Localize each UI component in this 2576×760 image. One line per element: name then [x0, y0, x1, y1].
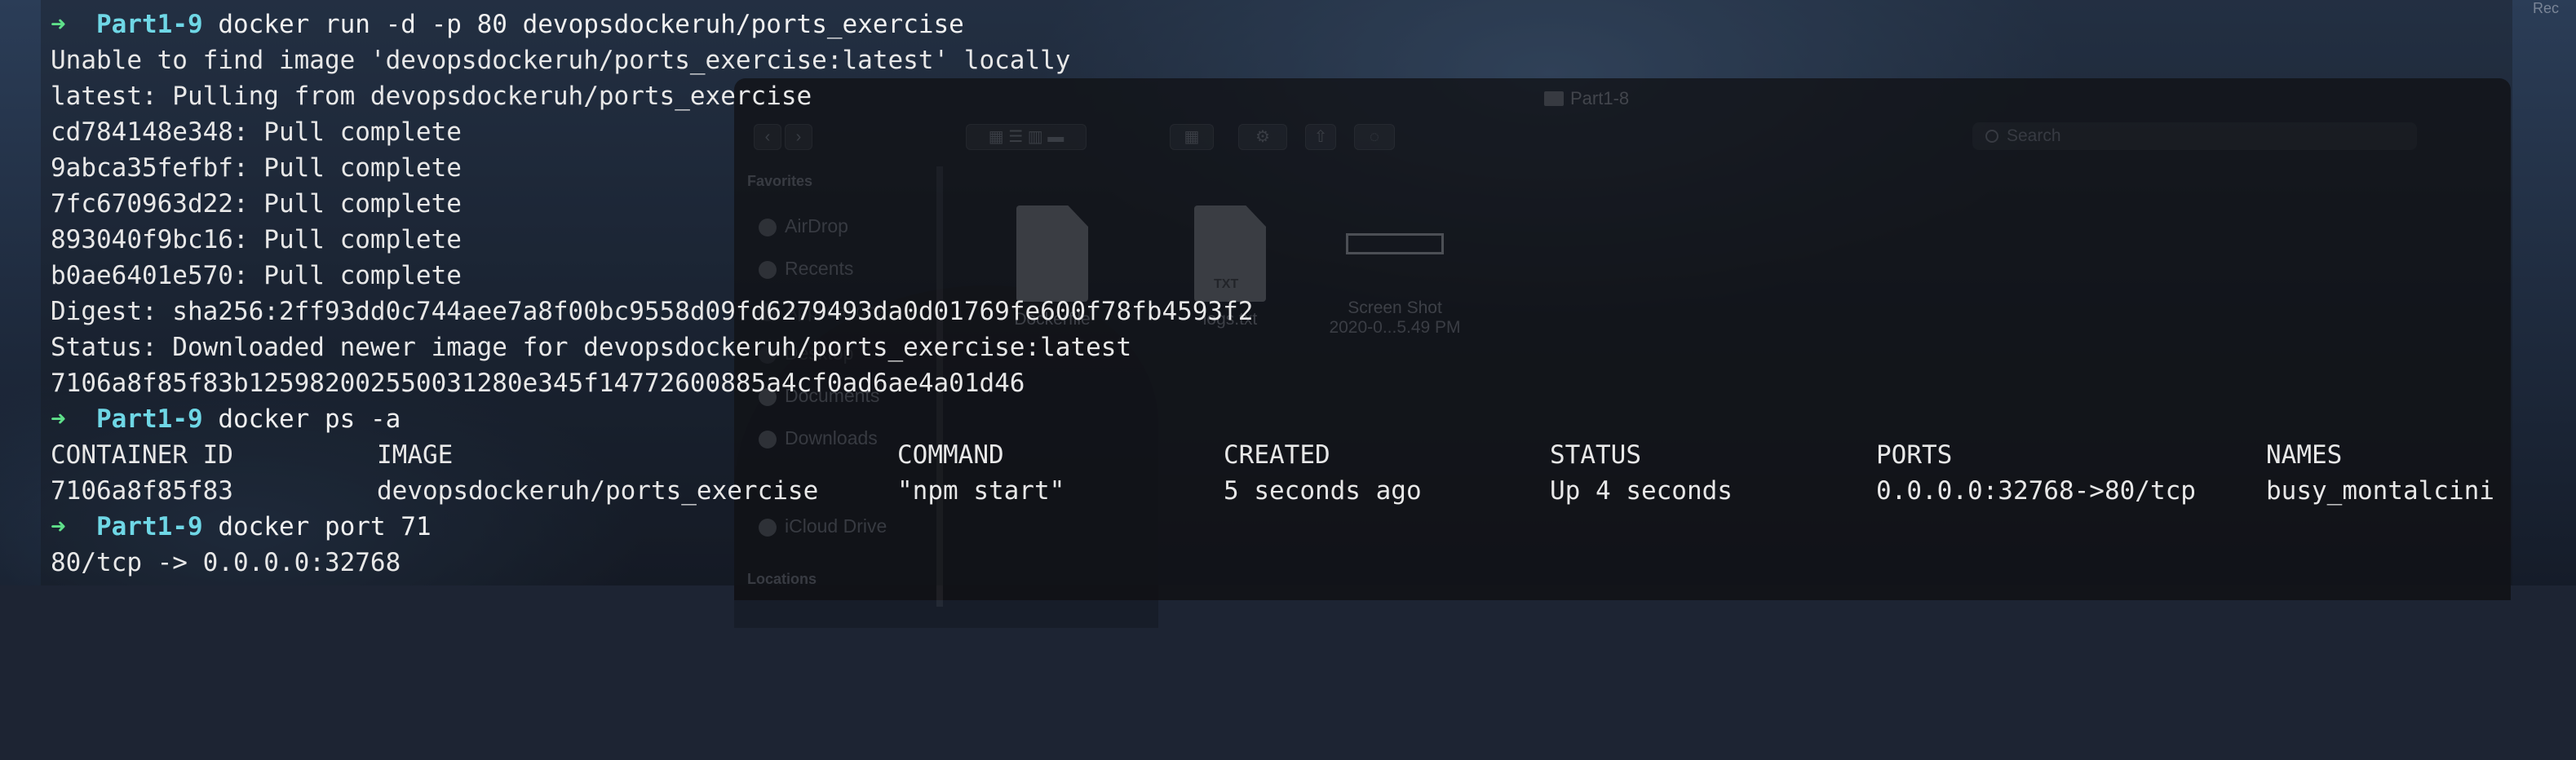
prompt-dir: Part1-9 [96, 10, 203, 39]
ps-header-created: CREATED [1224, 440, 1330, 470]
command-text: docker run -d -p 80 devopsdockeruh/ports… [218, 10, 964, 39]
prompt-line-2: ➜ Part1-9 docker ps -a [51, 401, 401, 437]
ps-header-ports: PORTS [1876, 440, 1953, 470]
prompt-dir: Part1-9 [96, 512, 203, 541]
output-line: 9abca35fefbf: Pull complete [51, 153, 462, 183]
prompt-dir: Part1-9 [96, 404, 203, 434]
output-line: cd784148e348: Pull complete [51, 117, 462, 147]
output-line: 7fc670963d22: Pull complete [51, 189, 462, 219]
command-text: docker port 71 [218, 512, 432, 541]
ps-data-row: 7106a8f85f83 devopsdockeruh/ports_exerci… [51, 473, 2514, 509]
output-line: latest: Pulling from devopsdockeruh/port… [51, 82, 812, 111]
prompt-line-1: ➜ Part1-9 docker run -d -p 80 devopsdock… [51, 7, 964, 42]
ps-cell-container-id: 7106a8f85f83 [51, 476, 233, 506]
output-line: Digest: sha256:2ff93dd0c744aee7a8f00bc95… [51, 297, 1254, 326]
ps-cell-created: 5 seconds ago [1224, 476, 1422, 506]
output-line: b0ae6401e570: Pull complete [51, 261, 462, 290]
output-line: Unable to find image 'devopsdockeruh/por… [51, 46, 1071, 75]
ps-header-row: CONTAINER ID IMAGE COMMAND CREATED STATU… [51, 437, 2514, 473]
ps-cell-command: "npm start" [897, 476, 1065, 506]
desktop-corner-label: Rec [2533, 0, 2560, 16]
output-line: 80/tcp -> 0.0.0.0:32768 [51, 548, 401, 577]
prompt-arrow-icon: ➜ [51, 10, 66, 39]
prompt-arrow-icon: ➜ [51, 404, 66, 434]
terminal-window[interactable]: ➜ Part1-9 docker run -d -p 80 devopsdock… [41, 0, 2512, 585]
output-line: 893040f9bc16: Pull complete [51, 225, 462, 254]
ps-header-container-id: CONTAINER ID [51, 440, 233, 470]
ps-header-status: STATUS [1550, 440, 1641, 470]
ps-cell-names: busy_montalcini [2266, 476, 2494, 506]
ps-header-command: COMMAND [897, 440, 1004, 470]
output-line: Status: Downloaded newer image for devop… [51, 333, 1132, 362]
output-line: 7106a8f85f83b125982002550031280e345f1477… [51, 369, 1025, 398]
ps-header-image: IMAGE [377, 440, 454, 470]
prompt-arrow-icon: ➜ [51, 512, 66, 541]
ps-cell-ports: 0.0.0.0:32768->80/tcp [1876, 476, 2196, 506]
ps-cell-status: Up 4 seconds [1550, 476, 1733, 506]
prompt-line-3: ➜ Part1-9 docker port 71 [51, 509, 432, 545]
ps-header-names: NAMES [2266, 440, 2343, 470]
ps-cell-image: devopsdockeruh/ports_exercise [377, 476, 819, 506]
command-text: docker ps -a [218, 404, 401, 434]
